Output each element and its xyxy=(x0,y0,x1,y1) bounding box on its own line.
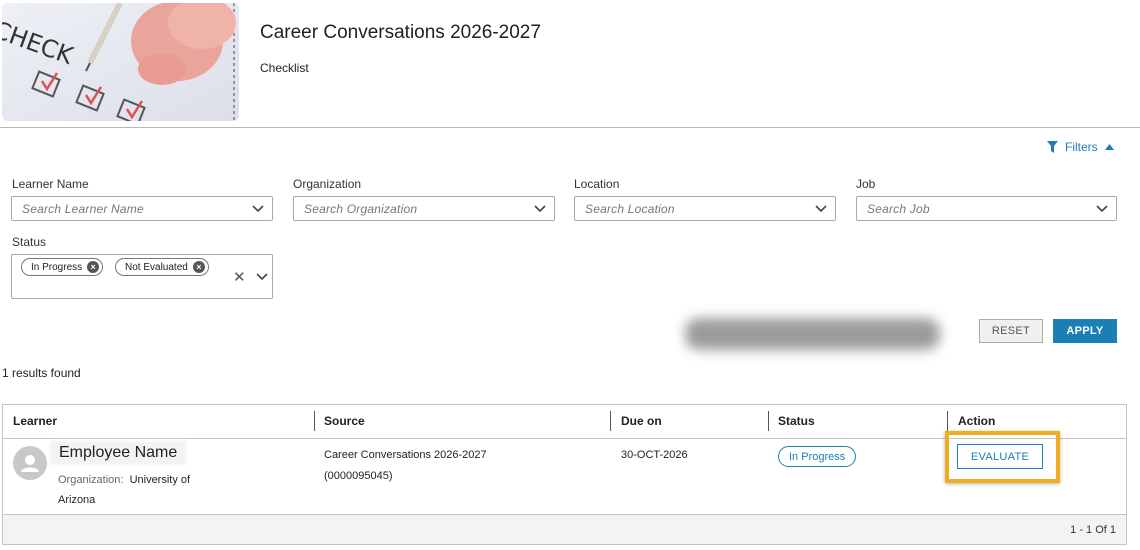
source-cell: Career Conversations 2026-2027 (00000950… xyxy=(324,445,584,487)
caret-up-icon xyxy=(1104,144,1114,150)
column-divider xyxy=(314,411,315,431)
job-placeholder: Search Job xyxy=(867,202,930,216)
learner-name-select[interactable]: Search Learner Name xyxy=(11,196,273,221)
organization-placeholder: Search Organization xyxy=(304,202,418,216)
page-subtitle: Checklist xyxy=(260,61,309,75)
user-icon xyxy=(21,455,39,472)
organization-label: Organization xyxy=(293,177,362,191)
filters-toggle[interactable]: Filters xyxy=(1047,140,1114,154)
status-label: Status xyxy=(12,235,47,249)
remove-chip-icon[interactable]: × xyxy=(87,261,100,273)
checklist-image: CHECK xyxy=(2,3,239,121)
column-header-due-on[interactable]: Due on xyxy=(621,414,662,428)
avatar xyxy=(13,446,47,480)
chevron-down-icon xyxy=(815,205,827,213)
source-name: Career Conversations 2026-2027 xyxy=(324,449,487,461)
status-chip-label: In Progress xyxy=(31,261,83,273)
column-divider xyxy=(947,411,948,431)
remove-chip-icon[interactable]: × xyxy=(192,261,205,273)
job-label: Job xyxy=(856,177,876,191)
status-badge: In Progress xyxy=(778,446,857,467)
status-chip-label: Not Evaluated xyxy=(125,261,188,273)
pagination-info: 1 - 1 Of 1 xyxy=(1070,524,1116,536)
redacted-content xyxy=(685,318,940,350)
location-placeholder: Search Location xyxy=(585,202,675,216)
location-select[interactable]: Search Location xyxy=(574,196,836,221)
filter-icon xyxy=(1047,141,1058,153)
page-header: CHECK Career Conversations 2026-2027 Che… xyxy=(0,0,1140,128)
table-row: Employee Name Organization: University o… xyxy=(3,431,1126,514)
due-date: 30-OCT-2026 xyxy=(621,449,688,461)
learner-name-label: Learner Name xyxy=(12,177,89,191)
learner-organization: Organization: University of Arizona xyxy=(58,470,218,510)
chevron-down-icon xyxy=(252,205,264,213)
page-title: Career Conversations 2026-2027 xyxy=(260,22,541,43)
results-count: 1 results found xyxy=(2,366,81,380)
apply-button[interactable]: APPLY xyxy=(1053,319,1117,343)
column-header-status[interactable]: Status xyxy=(778,414,815,428)
column-divider xyxy=(768,411,769,431)
column-header-action: Action xyxy=(958,414,996,428)
job-select[interactable]: Search Job xyxy=(856,196,1117,221)
location-label: Location xyxy=(574,177,620,191)
evaluate-button[interactable]: EVALUATE xyxy=(957,444,1043,469)
organization-field-label: Organization: xyxy=(58,474,124,486)
status-multiselect[interactable]: In Progress × Not Evaluated × ✕ xyxy=(11,254,273,299)
learner-name[interactable]: Employee Name xyxy=(53,444,184,462)
chevron-down-icon[interactable] xyxy=(256,272,268,282)
column-divider xyxy=(610,411,611,431)
organization-select[interactable]: Search Organization xyxy=(293,196,555,221)
column-header-learner[interactable]: Learner xyxy=(13,414,57,428)
chevron-down-icon xyxy=(1096,205,1108,213)
source-id: (0000095045) xyxy=(324,470,393,482)
table-footer: 1 - 1 Of 1 xyxy=(3,514,1126,544)
column-header-source[interactable]: Source xyxy=(324,414,365,428)
filters-toggle-label: Filters xyxy=(1065,140,1098,154)
chevron-down-icon xyxy=(534,205,546,213)
results-table: Learner Source Due on Status Action Empl… xyxy=(2,404,1127,545)
status-chip-in-progress: In Progress × xyxy=(21,258,104,276)
reset-button[interactable]: RESET xyxy=(979,319,1043,343)
clear-all-icon[interactable]: ✕ xyxy=(233,268,246,286)
learner-name-placeholder: Search Learner Name xyxy=(22,202,144,216)
status-chip-not-evaluated: Not Evaluated × xyxy=(115,258,209,276)
